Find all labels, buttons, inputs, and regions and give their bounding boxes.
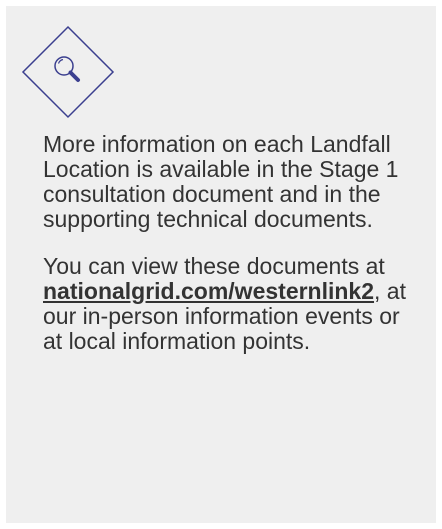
nationalgrid-link[interactable]: nationalgrid.com/westernlink2 xyxy=(43,278,374,304)
magnifier-icon xyxy=(21,25,115,119)
paragraph-view-documents: You can view these documents at national… xyxy=(43,254,423,354)
paragraph-lead-text: You can view these documents at xyxy=(43,253,385,279)
info-text: More information on each Landfall Locati… xyxy=(43,132,423,376)
info-panel: More information on each Landfall Locati… xyxy=(6,6,436,523)
paragraph-more-information: More information on each Landfall Locati… xyxy=(43,131,399,232)
